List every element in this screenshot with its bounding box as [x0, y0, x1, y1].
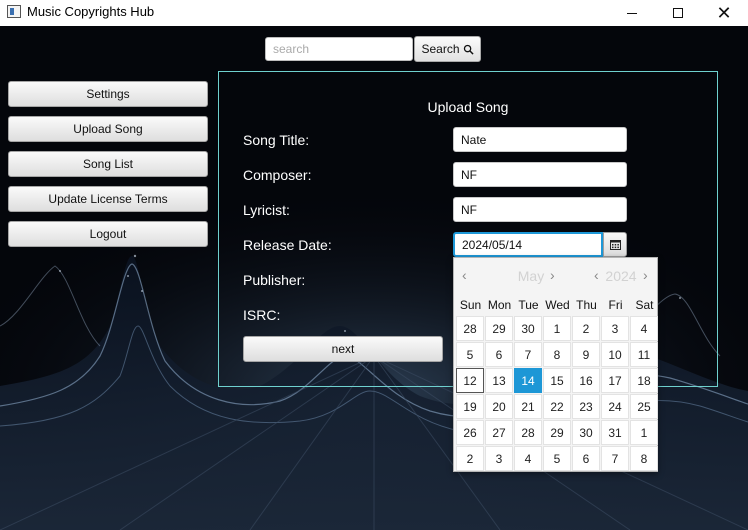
app-icon — [7, 5, 21, 18]
calendar-button[interactable] — [603, 232, 627, 257]
calendar-day[interactable]: 5 — [456, 342, 484, 367]
sidebar-item-settings[interactable]: Settings — [8, 81, 208, 107]
date-picker-popup: ‹ May › ‹ 2024 › Sun Mon Tue Wed Thu Fri Sat 28… — [453, 257, 658, 472]
calendar-day[interactable]: 29 — [543, 420, 571, 445]
calendar-day[interactable]: 19 — [456, 394, 484, 419]
weekday-header: Sun — [459, 298, 482, 312]
calendar-day[interactable]: 15 — [543, 368, 571, 393]
calendar-day[interactable]: 26 — [456, 420, 484, 445]
lyricist-label: Lyricist: — [243, 202, 290, 218]
calendar-day[interactable]: 31 — [601, 420, 629, 445]
release-date-label: Release Date: — [243, 237, 332, 253]
panel-title: Upload Song — [427, 99, 509, 115]
date-picker-header: ‹ May › ‹ 2024 › — [454, 258, 659, 292]
calendar-day[interactable]: 10 — [601, 342, 629, 367]
weekday-header: Fri — [608, 298, 623, 312]
calendar-day[interactable]: 7 — [601, 446, 629, 471]
calendar-day[interactable]: 16 — [572, 368, 600, 393]
weekday-header: Wed — [545, 298, 570, 312]
calendar-day[interactable]: 1 — [543, 316, 571, 341]
song-title-field[interactable] — [453, 127, 627, 152]
calendar-day[interactable]: 24 — [601, 394, 629, 419]
sidebar-item-label: Song List — [82, 157, 134, 171]
month-label: May — [517, 268, 545, 284]
sidebar-item-label: Upload Song — [73, 122, 143, 136]
calendar-day[interactable]: 29 — [485, 316, 513, 341]
calendar-day[interactable]: 4 — [514, 446, 542, 471]
calendar-day[interactable]: 7 — [514, 342, 542, 367]
publisher-label: Publisher: — [243, 272, 306, 288]
calendar-day[interactable]: 18 — [630, 368, 658, 393]
calendar-icon — [609, 240, 621, 250]
weekday-header: Tue — [518, 298, 539, 312]
prev-month-icon[interactable]: ‹ — [462, 267, 467, 283]
calendar-day[interactable]: 3 — [485, 446, 513, 471]
calendar-day[interactable]: 6 — [572, 446, 600, 471]
close-button[interactable]: ✕ — [701, 0, 747, 26]
sidebar-item-label: Settings — [86, 87, 130, 101]
window-title: Music Copyrights Hub — [27, 4, 155, 19]
weekday-header: Thu — [576, 298, 597, 312]
calendar-day[interactable]: 8 — [630, 446, 658, 471]
calendar-day[interactable]: 9 — [572, 342, 600, 367]
calendar-day[interactable]: 28 — [456, 316, 484, 341]
sidebar-item-label: Logout — [89, 227, 127, 241]
calendar-day[interactable]: 23 — [572, 394, 600, 419]
calendar-day[interactable]: 25 — [630, 394, 658, 419]
calendar-day[interactable]: 14 — [514, 368, 542, 393]
sidebar-item-song-list[interactable]: Song List — [8, 151, 208, 177]
calendar-day[interactable]: 30 — [572, 420, 600, 445]
sidebar-item-logout[interactable]: Logout — [8, 221, 208, 247]
search-input[interactable] — [265, 37, 413, 61]
calendar-day[interactable]: 13 — [485, 368, 513, 393]
calendar-day[interactable]: 3 — [601, 316, 629, 341]
close-icon: ✕ — [716, 2, 732, 23]
maximize-button[interactable] — [655, 0, 701, 26]
calendar-day[interactable]: 6 — [485, 342, 513, 367]
prev-year-icon[interactable]: ‹ — [594, 267, 599, 283]
magnifier-icon — [463, 44, 474, 55]
calendar-day[interactable]: 20 — [485, 394, 513, 419]
next-month-icon[interactable]: › — [550, 267, 555, 283]
composer-field[interactable] — [453, 162, 627, 187]
calendar-day[interactable]: 12 — [456, 368, 484, 393]
weekday-header: Sat — [635, 298, 654, 312]
calendar-day[interactable]: 28 — [514, 420, 542, 445]
sidebar-item-label: Update License Terms — [48, 192, 168, 206]
calendar-day[interactable]: 11 — [630, 342, 658, 367]
calendar-day[interactable]: 1 — [630, 420, 658, 445]
calendar-day[interactable]: 2 — [456, 446, 484, 471]
calendar-day[interactable]: 17 — [601, 368, 629, 393]
maximize-icon — [673, 8, 683, 18]
calendar-day[interactable]: 4 — [630, 316, 658, 341]
isrc-label: ISRC: — [243, 307, 281, 323]
calendar-day[interactable]: 22 — [543, 394, 571, 419]
lyricist-field[interactable] — [453, 197, 627, 222]
next-year-icon[interactable]: › — [643, 267, 648, 283]
year-label: 2024 — [605, 268, 637, 284]
calendar-day[interactable]: 2 — [572, 316, 600, 341]
weekday-header: Mon — [487, 298, 512, 312]
song-title-label: Song Title: — [243, 132, 310, 148]
release-date-field[interactable] — [453, 232, 603, 257]
calendar-day[interactable]: 8 — [543, 342, 571, 367]
calendar-day[interactable]: 27 — [485, 420, 513, 445]
search-button[interactable]: Search — [414, 36, 481, 62]
sidebar-item-update-license-terms[interactable]: Update License Terms — [8, 186, 208, 212]
composer-label: Composer: — [243, 167, 312, 183]
next-button[interactable]: next — [243, 336, 443, 362]
next-button-label: next — [331, 342, 355, 356]
calendar-day[interactable]: 30 — [514, 316, 542, 341]
minimize-button[interactable] — [609, 0, 655, 26]
minimize-icon — [627, 12, 637, 14]
search-button-label: Search — [421, 42, 460, 56]
sidebar-item-upload-song[interactable]: Upload Song — [8, 116, 208, 142]
calendar-day[interactable]: 21 — [514, 394, 542, 419]
title-bar: Music Copyrights Hub ✕ — [0, 0, 748, 26]
calendar-day[interactable]: 5 — [543, 446, 571, 471]
